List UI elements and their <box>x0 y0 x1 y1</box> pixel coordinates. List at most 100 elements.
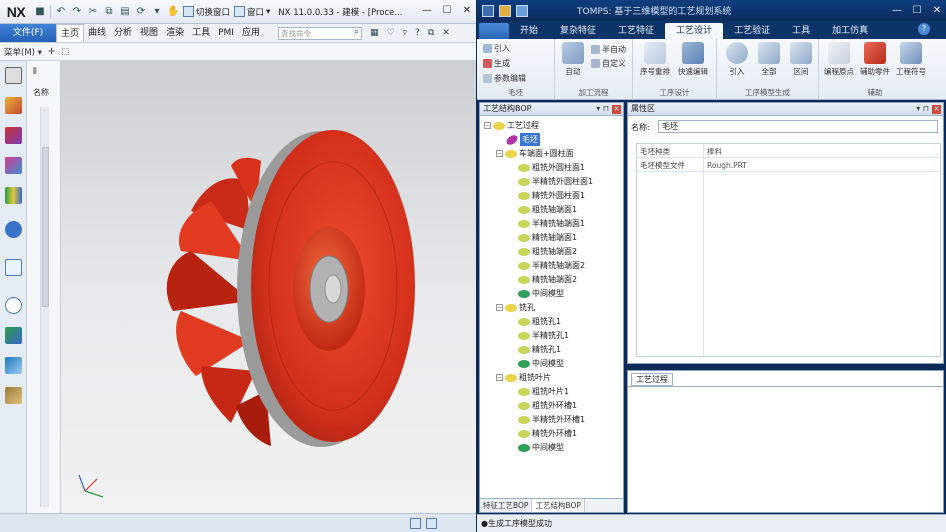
panel-close-icon[interactable]: ✕ <box>612 105 621 114</box>
pin-icon[interactable]: ▾ ⊓ <box>596 103 609 115</box>
application-button[interactable] <box>479 23 509 39</box>
copy-icon[interactable]: ⧉ <box>103 6 115 17</box>
window-menu-button[interactable]: 窗口 ▾ <box>234 6 270 18</box>
expand-toggle-icon[interactable]: − <box>496 304 503 311</box>
paste-icon[interactable]: ▤ <box>119 6 131 17</box>
property-row[interactable]: 毛坯种类 棒料 <box>637 146 940 158</box>
expand-toggle-icon[interactable]: − <box>496 150 503 157</box>
tree-root[interactable]: − 工艺过程 <box>484 119 539 132</box>
tab-view[interactable]: 视图 <box>136 24 162 42</box>
tree-item[interactable]: 半精铣外圆柱面1 <box>518 175 593 188</box>
undo-icon[interactable]: ↶ <box>55 6 67 17</box>
model-import-button[interactable]: 引入 <box>721 42 753 77</box>
redo-icon[interactable]: ↷ <box>71 6 83 17</box>
tree-item[interactable]: 精铣轴端面2 <box>518 273 577 286</box>
tree-item[interactable]: 中间模型 <box>518 357 564 370</box>
tab-tools[interactable]: 工具 <box>781 23 821 39</box>
cut-icon[interactable]: ✂ <box>87 6 99 17</box>
restore-icon[interactable]: ⧉ <box>428 28 434 38</box>
tab-complex-features[interactable]: 复杂特征 <box>549 23 607 39</box>
system-materials-icon[interactable] <box>5 387 22 404</box>
tree-item[interactable]: 精铣孔1 <box>518 343 561 356</box>
tree-item[interactable]: 精铣轴端面1 <box>518 231 577 244</box>
engineering-symbol-button[interactable]: 工程符号 <box>895 42 927 77</box>
custom-button[interactable]: 自定义 <box>591 58 626 69</box>
model-range-button[interactable]: 区间 <box>785 42 817 77</box>
tab-machining-sim[interactable]: 加工仿真 <box>821 23 879 39</box>
close-icon[interactable]: ✕ <box>930 4 944 18</box>
minimize-icon[interactable]: — <box>890 4 904 18</box>
tree-blank[interactable]: 毛坯 <box>504 132 540 147</box>
selection-filter-icon[interactable]: ⬚ <box>61 47 69 57</box>
part-navigator-icon[interactable] <box>5 157 22 174</box>
tree-item[interactable]: 粗铣叶片1 <box>518 385 569 398</box>
maximize-icon[interactable]: ☐ <box>440 4 454 18</box>
navigator-toggle-icon[interactable]: ⫴ <box>33 67 37 77</box>
touch-icon[interactable]: ✋ <box>167 6 179 17</box>
quick-edit-button[interactable]: 快速编辑 <box>677 42 709 77</box>
panel-close-icon[interactable]: ✕ <box>932 105 941 114</box>
blank-generate-button[interactable]: 生成 <box>483 58 510 69</box>
tree-item[interactable]: 粗铣轴端面1 <box>518 203 577 216</box>
tab-feature-process-bop[interactable]: 特征工艺BOP <box>480 499 533 512</box>
tab-start[interactable]: 开始 <box>509 23 549 39</box>
close-icon[interactable]: ✕ <box>460 4 474 18</box>
tree-group-2[interactable]: − 铣孔 <box>496 301 535 314</box>
help-icon[interactable]: ? <box>918 23 930 35</box>
tree-item[interactable]: 半精铣轴端面1 <box>518 217 585 230</box>
web-browser-icon[interactable] <box>5 221 22 238</box>
tree-item[interactable]: 粗铣外环槽1 <box>518 399 577 412</box>
tree-group-3[interactable]: − 粗铣叶片 <box>496 371 551 384</box>
close-doc-icon[interactable]: ✕ <box>442 28 450 38</box>
history-icon[interactable] <box>5 259 22 276</box>
program-origin-button[interactable]: 编程原点 <box>823 42 855 77</box>
tab-curve[interactable]: 曲线 <box>84 24 110 42</box>
expand-toggle-icon[interactable]: − <box>496 374 503 381</box>
save-icon[interactable] <box>516 4 528 17</box>
property-row[interactable]: 毛坯模型文件 Rough.PRT <box>637 160 940 172</box>
tab-process-structure-bop[interactable]: 工艺结构BOP <box>532 499 585 512</box>
tree-item[interactable]: 中间模型 <box>518 287 564 300</box>
graphics-viewport[interactable] <box>61 61 476 513</box>
tab-process[interactable]: 工艺过程 <box>631 373 673 386</box>
file-menu-button[interactable]: 文件(F) <box>0 24 56 42</box>
settings-icon[interactable] <box>5 67 22 84</box>
clock-icon[interactable] <box>5 297 22 314</box>
app-menu-icon[interactable] <box>482 4 494 17</box>
tree-item[interactable]: 精铣外圆柱面1 <box>518 189 585 202</box>
model-all-button[interactable]: 全部 <box>753 42 785 77</box>
tree-item[interactable]: 中间模型 <box>518 441 564 454</box>
tab-analysis[interactable]: 分析 <box>110 24 136 42</box>
heart-icon[interactable]: ♡ <box>386 28 394 38</box>
role-icon[interactable] <box>5 357 22 374</box>
reuse-library-icon[interactable] <box>5 187 22 204</box>
pin-icon[interactable]: ▾ ⊓ <box>916 103 929 115</box>
blank-import-button[interactable]: 引入 <box>483 43 510 54</box>
menu-dropdown[interactable]: 菜单(M) ▾ <box>4 46 42 58</box>
menu-arrow-icon[interactable]: ▾ <box>151 6 163 17</box>
full-screen-icon[interactable] <box>410 518 421 529</box>
help-icon[interactable]: ? <box>415 28 420 38</box>
auto-button[interactable]: 自动 <box>557 42 589 77</box>
save-icon[interactable]: ■ <box>34 6 46 17</box>
dropdown-icon[interactable]: ▿ <box>403 28 408 38</box>
tree-item[interactable]: 精铣外环槽1 <box>518 427 577 440</box>
repeat-icon[interactable]: ⟳ <box>135 6 147 17</box>
tab-render[interactable]: 渲染 <box>162 24 188 42</box>
switch-window-button[interactable]: 切换窗口 <box>183 6 230 18</box>
tree-item[interactable]: 半精铣孔1 <box>518 329 569 342</box>
tab-home[interactable]: 主页 <box>56 24 85 42</box>
renumber-button[interactable]: 序号重排 <box>639 42 671 77</box>
aux-part-button[interactable]: 辅助零件 <box>859 42 891 77</box>
grid-icon[interactable]: ▦ <box>370 28 379 38</box>
assembly-navigator-icon[interactable] <box>5 97 22 114</box>
minimize-icon[interactable]: — <box>420 4 434 18</box>
tab-process-verify[interactable]: 工艺验证 <box>723 23 781 39</box>
tab-application[interactable]: 应用 <box>238 24 264 42</box>
maximize-icon[interactable]: ☐ <box>910 4 924 18</box>
tab-process-features[interactable]: 工艺特征 <box>607 23 665 39</box>
tree-item[interactable]: 半精铣外环槽1 <box>518 413 585 426</box>
tab-tools[interactable]: 工具 <box>188 24 214 42</box>
tree-group-1[interactable]: − 车端面+圆柱面 <box>496 147 574 160</box>
tree-item[interactable]: 粗铣外圆柱面1 <box>518 161 585 174</box>
